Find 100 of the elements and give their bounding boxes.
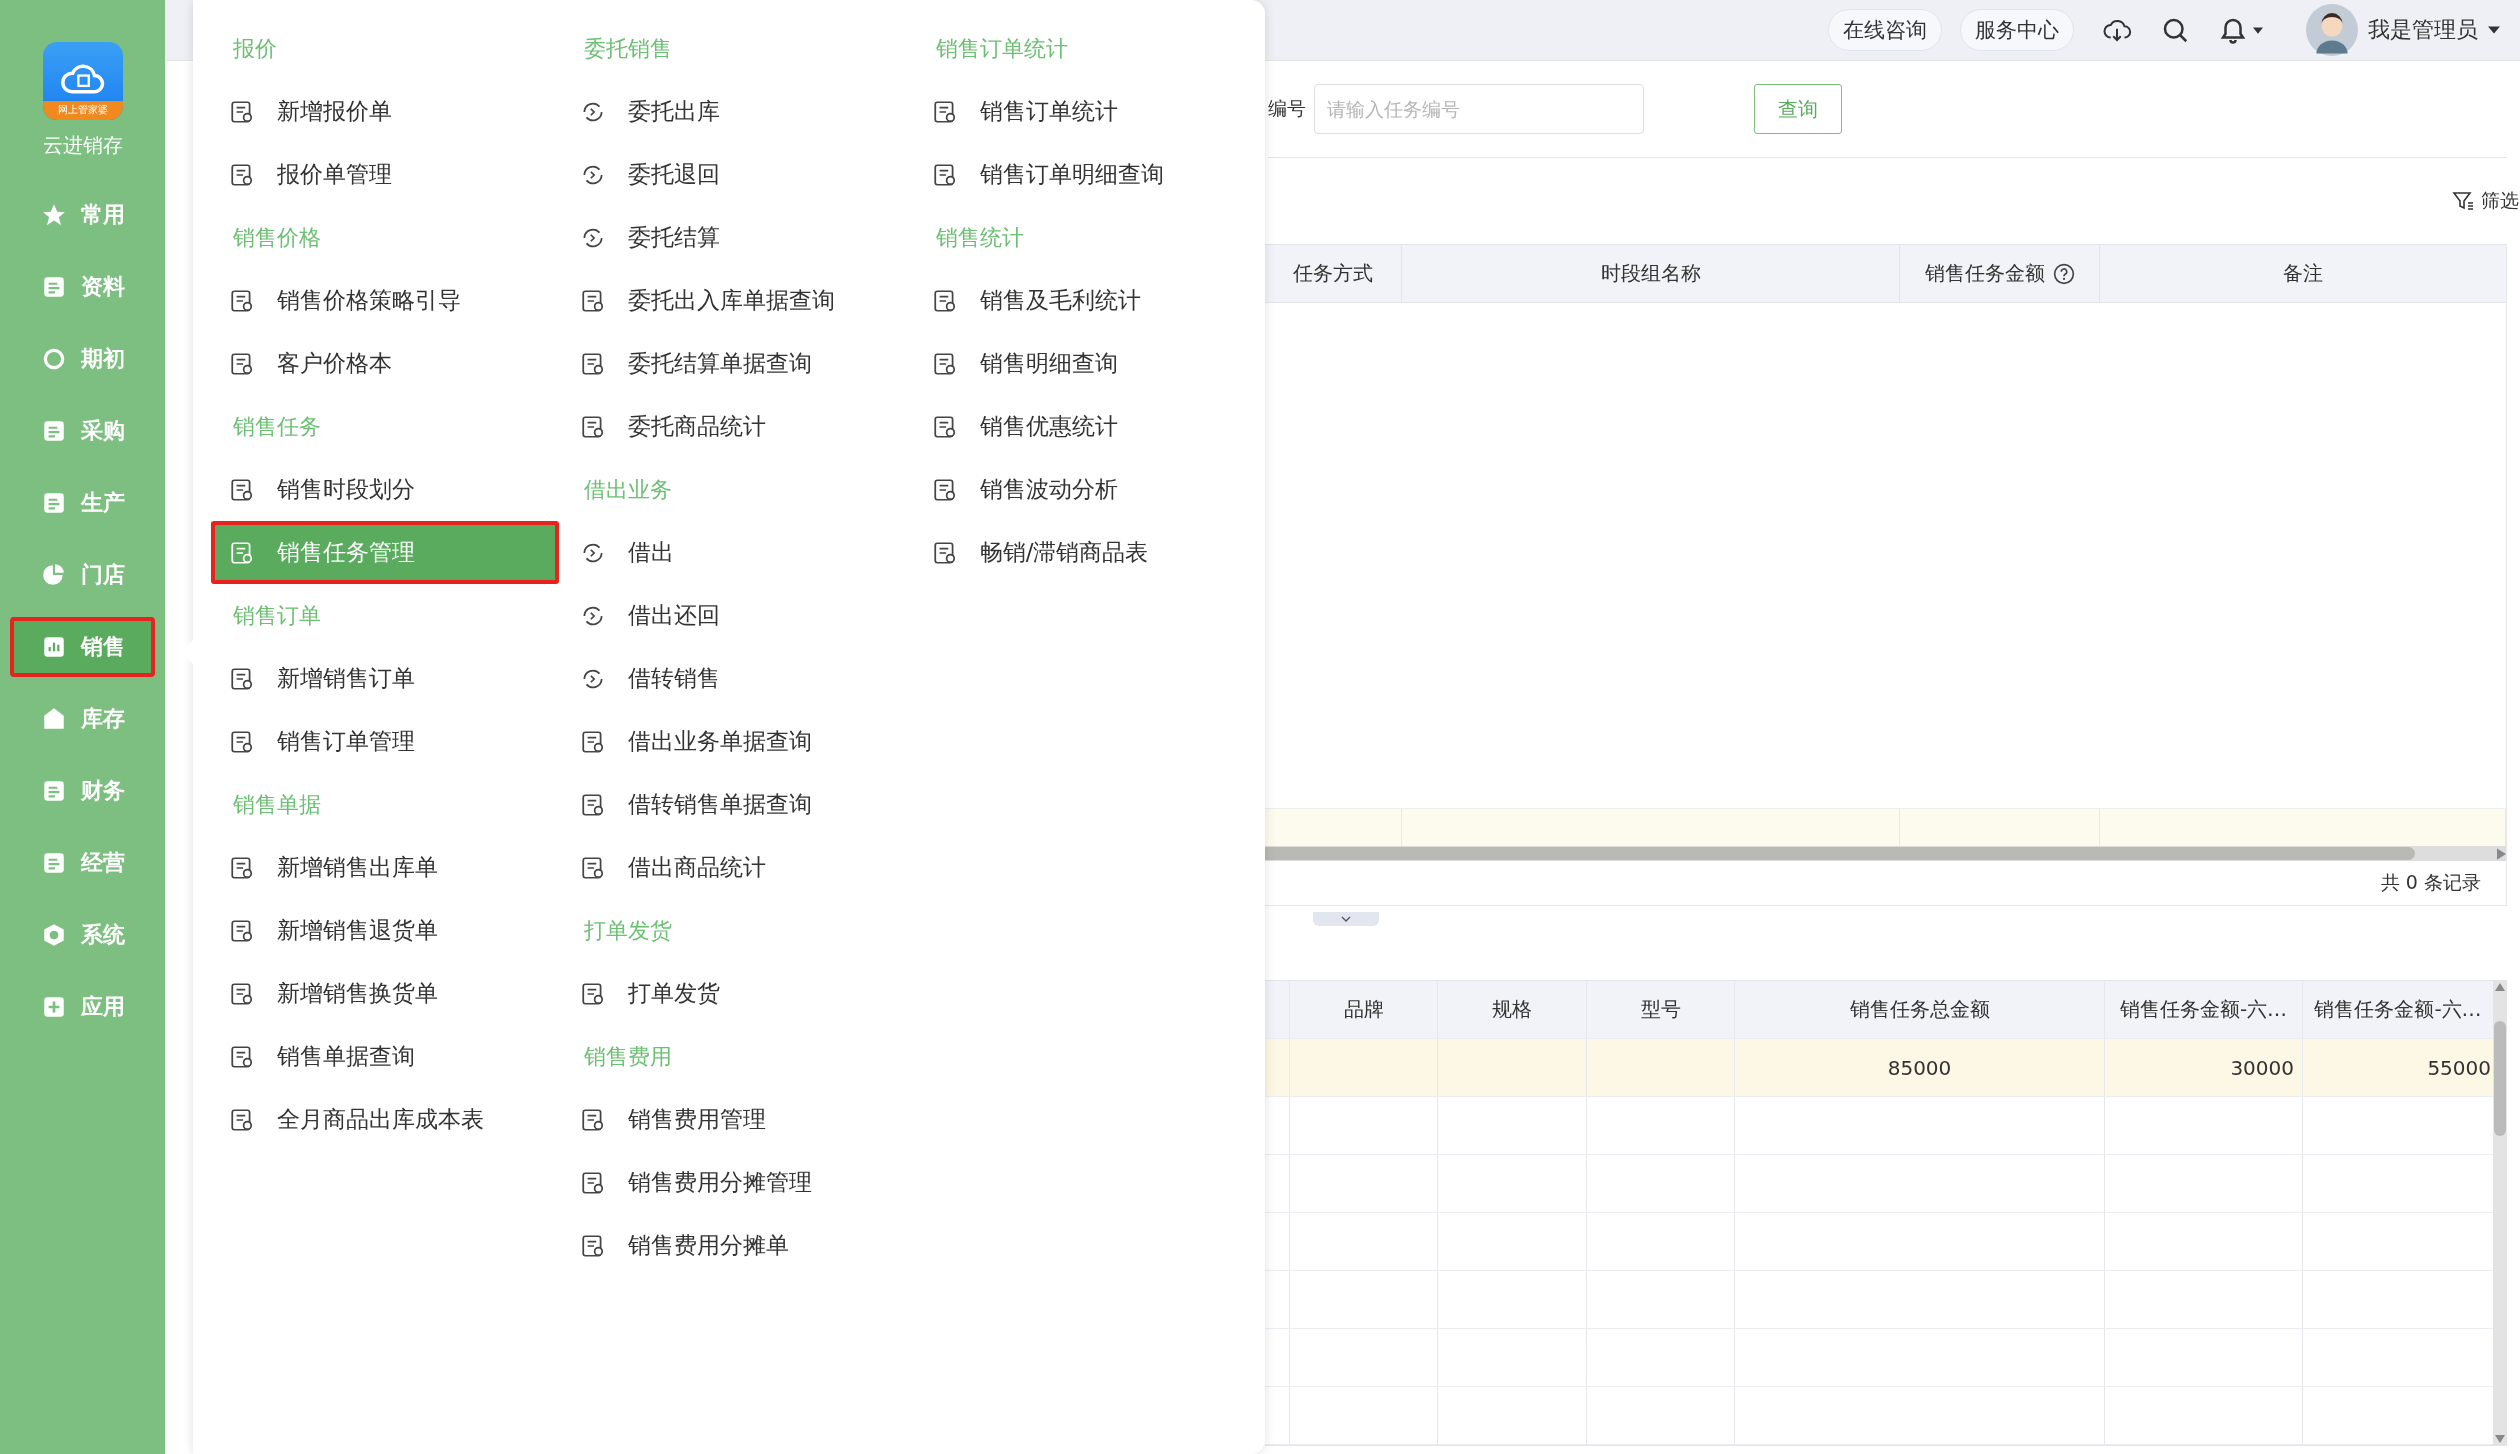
logo-badge: 网上管家婆: [42, 101, 123, 120]
menu-item[interactable]: 新增销售订单: [211, 647, 559, 710]
table-cell: 30000: [2230, 1055, 2294, 1080]
menu-item[interactable]: 销售价格策略引导: [211, 269, 559, 332]
document-icon: [229, 917, 255, 944]
document-icon: [229, 98, 255, 125]
menu-section-title: 销售统计: [934, 223, 1025, 252]
document-icon: [229, 476, 255, 503]
avatar-icon: [2306, 4, 2358, 56]
menu-item[interactable]: 销售明细查询: [913, 332, 1262, 395]
document-icon: [229, 1106, 255, 1133]
document-icon: [931, 287, 958, 314]
document-icon: [229, 854, 255, 881]
column-header: 型号: [1587, 981, 1735, 1038]
document-icon: [229, 350, 255, 377]
vertical-scrollbar[interactable]: [2493, 981, 2507, 1445]
document-icon: [229, 728, 255, 755]
menu-item[interactable]: 畅销/滞销商品表: [913, 521, 1262, 584]
horizontal-scrollbar[interactable]: [1265, 846, 2506, 861]
menu-item[interactable]: 借出: [562, 521, 911, 584]
field-label: 编号: [1268, 96, 1306, 121]
menu-section-title: 销售单据: [232, 790, 322, 819]
menu-item[interactable]: 借转销售单据查询: [562, 773, 911, 836]
menu-item[interactable]: 销售订单统计: [913, 80, 1262, 143]
menu-item[interactable]: 销售优惠统计: [913, 395, 1262, 458]
menu-item[interactable]: 借出业务单据查询: [562, 710, 911, 773]
menu-item[interactable]: 借出商品统计: [562, 836, 911, 899]
menu-section-title: 借出业务: [583, 475, 674, 504]
menu-item[interactable]: 委托出库: [562, 80, 911, 143]
menu-item[interactable]: 报价单管理: [211, 143, 559, 206]
scroll-up-arrow-icon[interactable]: [2495, 983, 2505, 991]
document-icon: [931, 476, 958, 503]
menu-section-title: 销售任务: [232, 412, 322, 441]
menu-item[interactable]: 销售时段划分: [211, 458, 559, 521]
menu-item[interactable]: 销售波动分析: [913, 458, 1262, 521]
document-icon: [229, 161, 255, 188]
column-header: 规格: [1438, 981, 1587, 1038]
top-link-button[interactable]: 服务中心: [1960, 9, 2074, 51]
menu-item[interactable]: 销售费用管理: [562, 1088, 911, 1151]
document-icon: [931, 161, 958, 188]
column-header: 销售任务总金额: [1735, 981, 2105, 1038]
document-icon: [229, 287, 255, 314]
menu-item[interactable]: 销售及毛利统计: [913, 269, 1262, 332]
filter-icon: [2451, 189, 2475, 213]
menu-item[interactable]: 销售订单管理: [211, 710, 559, 773]
menu-section-title: 销售费用: [583, 1042, 674, 1071]
menu-item[interactable]: 借转销售: [562, 647, 911, 710]
table-cell: 55000: [2427, 1055, 2491, 1080]
scrollbar-thumb[interactable]: [2494, 1021, 2506, 1136]
column-header: 备注: [2282, 260, 2324, 287]
menu-item[interactable]: 打单发货: [562, 962, 911, 1025]
scroll-right-arrow-icon[interactable]: [2497, 847, 2506, 860]
menu-item[interactable]: 全月商品出库成本表: [211, 1088, 559, 1151]
table-row[interactable]: 85000 30000 55000: [1265, 1039, 2493, 1097]
menu-item[interactable]: 新增销售换货单: [211, 962, 559, 1025]
column-header: 销售任务金额: [1900, 245, 2100, 302]
scrollbar-thumb[interactable]: [1265, 847, 2415, 860]
nav-icon: [40, 562, 67, 588]
menu-section-title: 销售订单: [232, 601, 322, 630]
document-icon: [229, 980, 255, 1007]
menu-section-title: 委托销售: [583, 34, 674, 63]
column-header: 时段组名称: [1402, 245, 1900, 302]
help-icon[interactable]: [2052, 262, 2075, 285]
menu-item[interactable]: 委托退回: [562, 143, 911, 206]
menu-section-title: 销售价格: [232, 223, 322, 252]
document-icon: [931, 98, 958, 125]
nav-icon: [40, 202, 67, 228]
record-count: 共 0 条记录: [2380, 870, 2481, 895]
menu-item[interactable]: 销售费用分摊单: [562, 1214, 911, 1277]
document-icon: [229, 1043, 255, 1070]
filter-button[interactable]: 筛选: [2451, 188, 2519, 214]
top-link-button[interactable]: 在线咨询: [1828, 9, 1942, 51]
column-header: 销售任务金额-六…: [2313, 996, 2483, 1023]
app-name: 云进销存: [42, 132, 123, 159]
column-header: 品牌: [1290, 981, 1438, 1038]
user-menu[interactable]: 我是管理员: [2306, 4, 2500, 56]
menu-item[interactable]: 新增销售退货单: [211, 899, 559, 962]
menu-item[interactable]: 新增报价单: [211, 80, 559, 143]
menu-item[interactable]: 借出还回: [562, 584, 911, 647]
column-header: 销售任务金额-六…: [2105, 981, 2303, 1038]
scroll-down-arrow-icon[interactable]: [2495, 1435, 2505, 1443]
menu-item[interactable]: 委托结算: [562, 206, 911, 269]
menu-item[interactable]: 客户价格本: [211, 332, 559, 395]
document-icon: [931, 413, 958, 440]
menu-item[interactable]: 委托结算单据查询: [562, 332, 911, 395]
menu-item[interactable]: 新增销售出库单: [211, 836, 559, 899]
menu-item[interactable]: 销售费用分摊管理: [562, 1151, 911, 1214]
menu-section-title: 销售订单统计: [934, 34, 1069, 63]
menu-item[interactable]: 销售订单明细查询: [913, 143, 1262, 206]
user-name: 我是管理员: [2368, 16, 2478, 44]
menu-item[interactable]: 销售单据查询: [211, 1025, 559, 1088]
collapse-handle[interactable]: [1313, 912, 1379, 926]
caret-icon: [2488, 26, 2500, 34]
document-icon: [229, 665, 255, 692]
document-icon: [229, 539, 255, 566]
menu-section-title: 报价: [232, 34, 278, 63]
menu-item[interactable]: 委托商品统计: [562, 395, 911, 458]
table-cell: 85000: [1887, 1055, 1952, 1080]
menu-item[interactable]: 委托出入库单据查询: [562, 269, 911, 332]
task-number-input[interactable]: 请输入任务编号: [1314, 84, 1644, 134]
